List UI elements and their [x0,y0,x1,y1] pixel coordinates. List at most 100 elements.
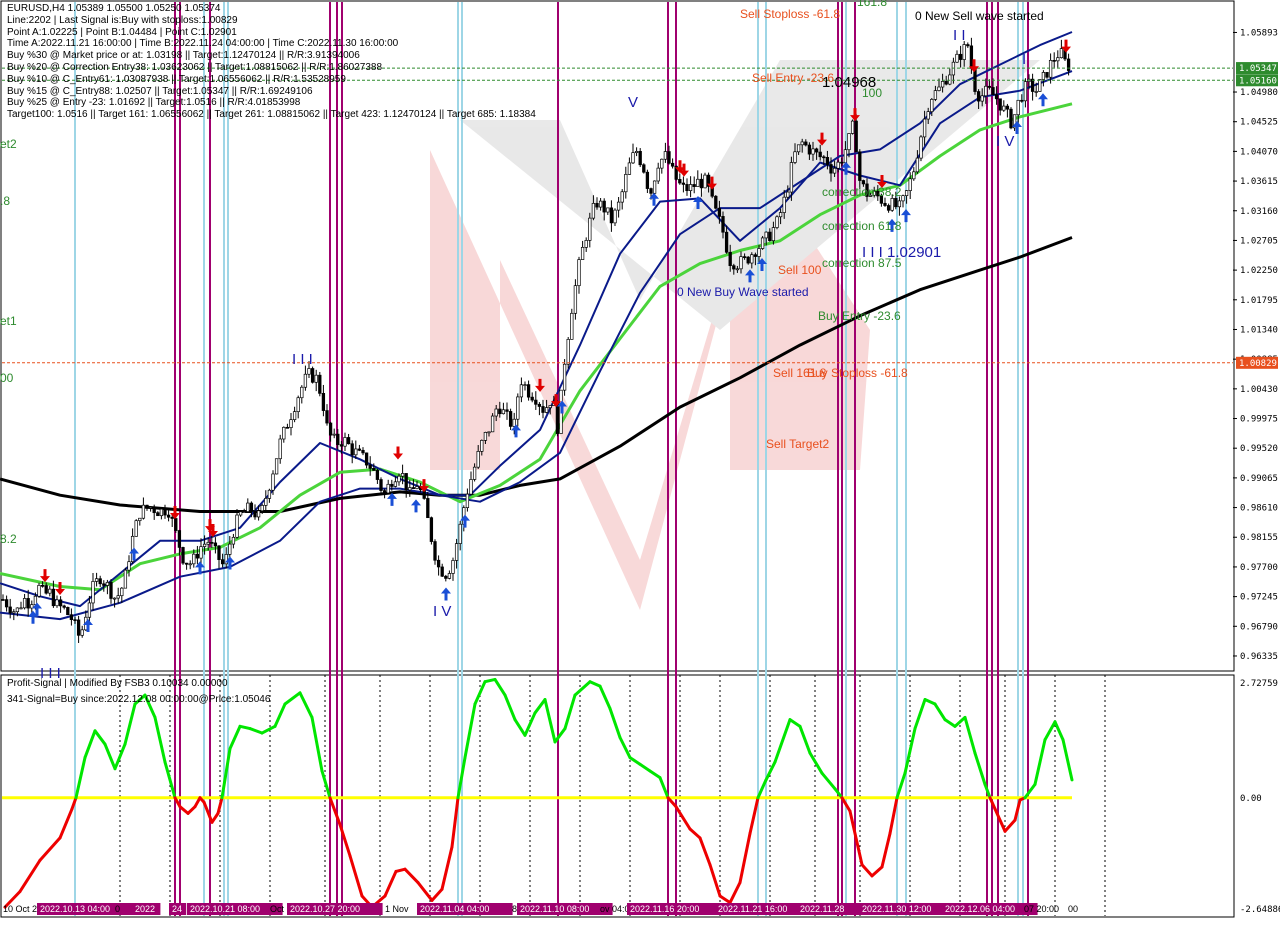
price-tick-label: 0.97245 [1240,593,1278,603]
candle-body [742,256,747,258]
candle-body [652,180,657,194]
candle-body [141,504,146,519]
candle-body [616,201,621,211]
time-label: 2022.11.10 08:00 [520,904,589,914]
candle-body [87,602,92,618]
candle-body [609,207,614,224]
candle-body [166,514,171,518]
candle-body [595,203,599,208]
candle-body [346,437,351,445]
price-tick-label: 1.03160 [1240,207,1278,217]
candle-body [537,403,542,407]
time-label: 2022.11.16 20:00 [630,904,699,914]
candle-body [1048,59,1053,78]
candle-body [588,217,592,241]
candle-body [897,200,902,208]
chart-label: Buy Entry -23.6 [818,309,901,323]
candle-body [1002,105,1006,111]
candle-body [958,53,963,60]
candle-body [832,167,837,174]
candle-body [145,504,149,509]
header-line: Line:2202 | Last Signal is:Buy with stop… [7,14,238,26]
price-tick-label: 1.02705 [1240,236,1278,246]
candle-body [955,53,959,63]
candle-body [30,604,34,609]
candle-body [660,158,664,169]
candle-body [436,559,441,568]
candle-body [804,141,808,146]
price-tick-label: 0.97700 [1240,563,1278,573]
price-flag-label: 1.00829 [1239,359,1277,369]
price-tick-label: 1.02250 [1240,266,1278,276]
header-line: Target100: 1.0516 || Target 161: 1.06556… [7,109,536,121]
candle-body [728,251,732,267]
candle-body [361,449,365,454]
time-label: 1 Nov [385,904,409,914]
candle-body [735,268,740,271]
candle-body [156,512,160,517]
candle-body [498,408,502,415]
oscillator-tick-label: 0.00 [1240,794,1262,804]
header-line: Buy %25 @ Entry -23: 1.01692 || Target:1… [7,97,301,109]
candle-body [818,151,822,158]
candle-body [613,209,617,224]
candle-body [966,44,970,47]
candle-body [184,562,189,565]
candle-body [15,607,20,613]
price-tick-label: 1.01340 [1240,325,1278,335]
candle-body [854,120,858,153]
candle-body [66,607,70,616]
candle-body [76,619,81,636]
header-line: Point A:1.02225 | Point B:1.04484 | Poin… [7,26,237,38]
candle-body [685,184,689,192]
candle-body [8,606,12,614]
candle-body [645,171,650,189]
candle-body [944,81,948,85]
candle-body [22,598,27,609]
candle-body [717,207,722,217]
chart-label: Sell Stoploss -61.8 [740,7,840,21]
candle-body [102,583,106,586]
time-label: 2022.11.30 12:00 [862,904,931,914]
candle-body [472,466,477,480]
candle-body [789,162,794,193]
candle-body [825,157,830,165]
candle-body [739,256,743,270]
candle-body [883,202,887,206]
candle-body [836,161,840,169]
candle-body [782,196,786,213]
candle-body [465,493,470,508]
chart-label: Sell 100 [778,263,822,277]
chart-label: et1 [0,314,17,328]
candle-body [620,191,624,203]
candle-body [1059,48,1064,59]
candle-body [220,559,225,565]
candle-body [980,95,984,102]
price-tick-label: 0.99065 [1240,474,1278,484]
candle-body [382,490,387,494]
candle-body [393,481,398,487]
candle-body [278,438,282,460]
candle-body [922,118,927,138]
candle-body [847,133,851,151]
candle-body [1034,91,1038,93]
candle-body [638,150,642,166]
chart-label: 161.8 [857,0,887,9]
candle-body [649,188,653,194]
candle-body [328,422,333,436]
candle-body [458,523,462,544]
candle-body [480,440,484,452]
candle-body [829,164,833,174]
candle-body [1005,105,1010,110]
candle-body [843,149,848,164]
candle-body [519,384,524,398]
candle-body [267,489,272,499]
header-line: Buy %20 @ Correction Entry38: 1.03623062… [7,62,383,73]
time-label: 8 [512,904,517,914]
time-label: 2022.11.04 04:00 [420,904,489,914]
candle-body [318,374,322,394]
candle-body [926,111,930,120]
candle-body [1009,108,1013,129]
candle-body [811,148,815,155]
candle-body [976,91,981,102]
